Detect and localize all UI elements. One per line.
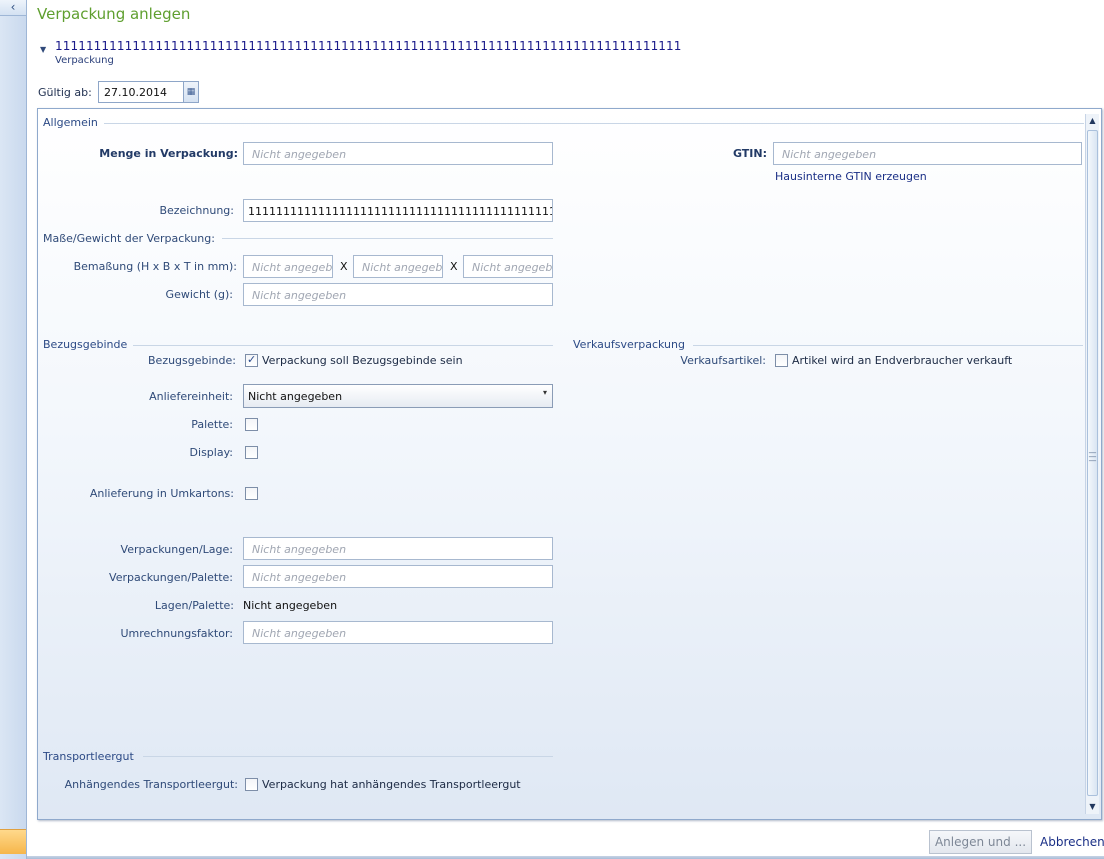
anliefereinheit-selected-value: Nicht angegeben	[248, 390, 343, 403]
umkartons-label: Anlieferung in Umkartons:	[89, 487, 234, 500]
scroll-down-icon[interactable]: ▼	[1086, 800, 1099, 814]
scroll-up-icon[interactable]: ▲	[1086, 114, 1099, 128]
valid-from-label: Gültig ab:	[38, 86, 92, 99]
section-allgemein: Allgemein	[43, 116, 98, 129]
chevron-down-icon: ▾	[542, 388, 547, 397]
divider	[104, 123, 1084, 124]
divider	[222, 238, 553, 239]
page-title: Verpackung anlegen	[37, 5, 191, 23]
palette-checkbox[interactable]	[245, 418, 258, 431]
palette-label: Palette:	[191, 418, 233, 431]
dimension-separator: X	[450, 260, 458, 273]
verpackungen-lage-label: Verpackungen/Lage:	[120, 543, 233, 556]
transportleergut-checkbox[interactable]	[245, 778, 258, 791]
vertical-scrollbar[interactable]: ▲ — — — ▼	[1085, 114, 1099, 814]
bezeichnung-input[interactable]: 1111111111111111111111111111111111111111…	[243, 199, 553, 222]
divider	[143, 756, 553, 757]
chevron-left-icon: ‹	[10, 0, 16, 14]
depth-input[interactable]: Nicht angegeben	[463, 255, 553, 278]
divider	[693, 345, 1083, 346]
section-verkaufsverpackung: Verkaufsverpackung	[573, 338, 685, 351]
expand-toggle-icon[interactable]: ▼	[40, 45, 46, 54]
scroll-thumb[interactable]: — — —	[1087, 130, 1098, 796]
divider	[133, 345, 553, 346]
section-bezugsgebinde: Bezugsgebinde	[43, 338, 128, 351]
grip-icon: — — —	[1088, 448, 1097, 465]
bezeichnung-label: Bezeichnung:	[159, 204, 234, 217]
packaging-sublabel: Verpackung	[55, 55, 114, 66]
bemassung-label: Bemaßung (H x B x T in mm):	[73, 260, 237, 273]
gtin-label: GTIN:	[732, 147, 767, 160]
display-label: Display:	[189, 446, 233, 459]
umrechnungsfaktor-label: Umrechnungsfaktor:	[120, 627, 233, 640]
valid-from-date-input[interactable]: 27.10.2014	[98, 81, 184, 103]
verpackungen-palette-input[interactable]: Nicht angegeben	[243, 565, 553, 588]
height-input[interactable]: Nicht angegeben	[243, 255, 333, 278]
section-masse: Maße/Gewicht der Verpackung:	[43, 232, 215, 245]
generate-gtin-link[interactable]: Hausinterne GTIN erzeugen	[775, 170, 927, 183]
verkaufsartikel-label: Verkaufsartikel:	[680, 354, 766, 367]
lagen-palette-label: Lagen/Palette:	[154, 599, 234, 612]
bezugsgebinde-checkbox[interactable]	[245, 353, 258, 367]
umrechnungsfaktor-input[interactable]: Nicht angegeben	[243, 621, 553, 644]
section-transportleergut: Transportleergut	[43, 750, 134, 763]
bezugsgebinde-checkbox-label: Verpackung soll Bezugsgebinde sein	[262, 354, 463, 367]
verpackungen-lage-input[interactable]: Nicht angegeben	[243, 537, 553, 560]
lagen-palette-value: Nicht angegeben	[243, 599, 338, 612]
verpackungen-palette-label: Verpackungen/Palette:	[109, 571, 233, 584]
menge-label: Menge in Verpackung:	[99, 147, 238, 160]
verkaufsartikel-checkbox[interactable]	[775, 354, 788, 367]
collapse-sidebar-button[interactable]: ‹	[0, 0, 26, 16]
transportleergut-label: Anhängendes Transportleergut:	[64, 778, 238, 791]
gewicht-label: Gewicht (g):	[165, 288, 233, 301]
display-checkbox[interactable]	[245, 446, 258, 459]
left-sidebar	[0, 0, 27, 859]
anliefereinheit-label: Anliefereinheit:	[149, 390, 233, 403]
gtin-input[interactable]: Nicht angegeben	[773, 142, 1082, 165]
verkaufsartikel-checkbox-label: Artikel wird an Endverbraucher verkauft	[792, 354, 1013, 367]
umkartons-checkbox[interactable]	[245, 487, 258, 500]
create-button[interactable]: Anlegen und ...	[929, 830, 1032, 854]
form-panel: ▲ — — — ▼ Allgemein Menge in Verpackung: N…	[37, 108, 1102, 820]
anliefereinheit-select[interactable]: Nicht angegeben ▾	[243, 384, 553, 408]
gewicht-input[interactable]: Nicht angegeben	[243, 283, 553, 306]
menge-input[interactable]: Nicht angegeben	[243, 142, 553, 165]
bezugsgebinde-label: Bezugsgebinde:	[148, 354, 236, 367]
cancel-button[interactable]: Abbrechen	[1040, 835, 1104, 849]
transportleergut-checkbox-label: Verpackung hat anhängendes Transportleer…	[262, 778, 521, 791]
width-input[interactable]: Nicht angegeben	[353, 255, 443, 278]
packaging-name-display: 1111111111111111111111111111111111111111…	[55, 39, 682, 53]
sidebar-active-indicator	[0, 829, 26, 854]
calendar-icon[interactable]: ▦	[183, 81, 199, 103]
dimension-separator: X	[340, 260, 348, 273]
